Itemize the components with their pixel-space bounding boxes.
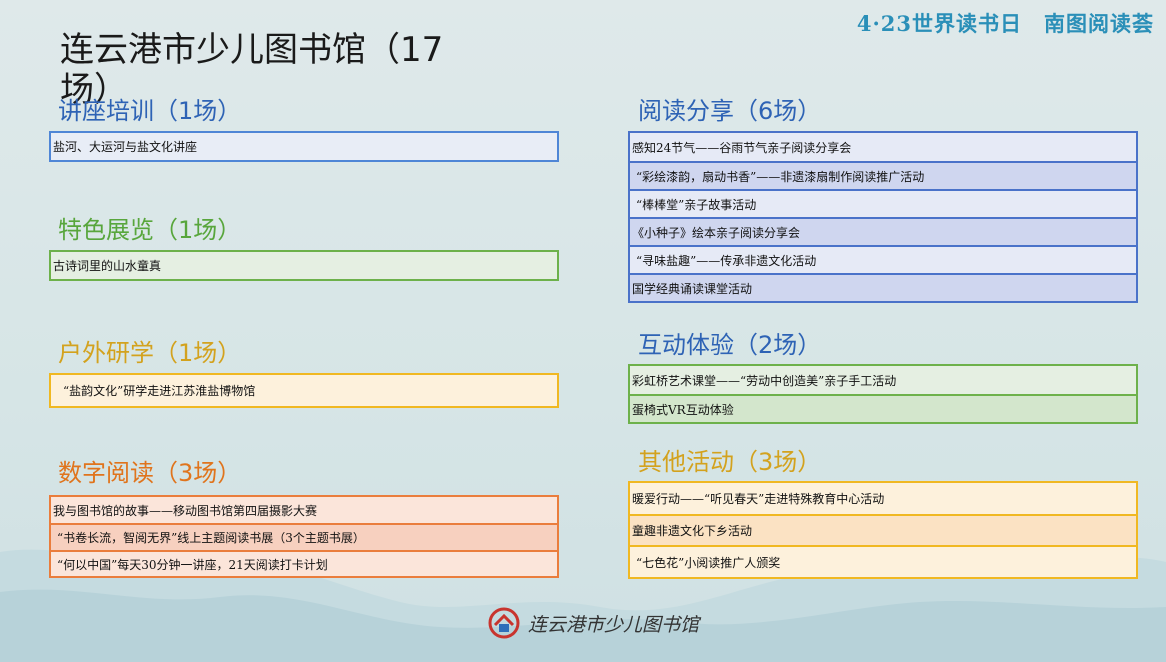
list-item: “盐韵文化”研学走进江苏淮盐博物馆 [51,375,557,406]
outdoor-list: “盐韵文化”研学走进江苏淮盐博物馆 [49,373,559,408]
section-title-digital: 数字阅读（3场） [58,459,242,487]
list-item: “彩绘漆韵，扇动书香”——非遗漆扇制作阅读推广活动 [630,161,1136,189]
list-item: “寻味盐趣”——传承非遗文化活动 [630,245,1136,273]
list-item: “书卷长流，智阅无界”线上主题阅读书展（3个主题书展） [51,523,557,550]
header-event-part1: 4·23世界读书日 [856,11,1022,36]
footer-logo: 连云港市少儿图书馆 [488,607,699,639]
section-title-outdoor: 户外研学（1场） [58,339,242,367]
list-item: 蛋椅式VR互动体验 [630,394,1136,422]
list-item: “棒棒堂”亲子故事活动 [630,189,1136,217]
header-event-tag: 4·23世界读书日 南图阅读荟 [857,8,1154,38]
section-title-interactive: 互动体验（2场） [638,331,822,359]
library-logo-icon [488,607,520,639]
header-event-part2: 南图阅读荟 [1044,11,1154,36]
list-item: 童趣非遗文化下乡活动 [630,514,1136,545]
list-item: “何以中国”每天30分钟一讲座，21天阅读打卡计划 [51,550,557,576]
other-list: 暖爱行动——“听见春天”走进特殊教育中心活动 童趣非遗文化下乡活动 “七色花”小… [628,481,1138,579]
list-item: “七色花”小阅读推广人颁奖 [630,545,1136,577]
section-title-exhibit: 特色展览（1场） [58,216,242,244]
section-title-lecture: 讲座培训（1场） [58,97,242,125]
reading-list: 感知24节气——谷雨节气亲子阅读分享会 “彩绘漆韵，扇动书香”——非遗漆扇制作阅… [628,131,1138,303]
list-item: 盐河、大运河与盐文化讲座 [53,140,198,154]
section-title-other: 其他活动（3场） [638,448,822,476]
lecture-list: 盐河、大运河与盐文化讲座 [49,131,559,162]
digital-list: 我与图书馆的故事——移动图书馆第四届摄影大赛 “书卷长流，智阅无界”线上主题阅读… [49,495,559,578]
list-item: 古诗词里的山水童真 [51,252,557,279]
list-item: 《小种子》绘本亲子阅读分享会 [630,217,1136,245]
list-item: 我与图书馆的故事——移动图书馆第四届摄影大赛 [51,497,557,523]
list-item: 国学经典诵读课堂活动 [630,273,1136,301]
list-item: 暖爱行动——“听见春天”走进特殊教育中心活动 [630,483,1136,514]
list-item: 彩虹桥艺术课堂——“劳动中创造美”亲子手工活动 [630,366,1136,394]
section-title-reading: 阅读分享（6场） [638,97,822,125]
interactive-list: 彩虹桥艺术课堂——“劳动中创造美”亲子手工活动 蛋椅式VR互动体验 [628,364,1138,424]
footer-logo-text: 连云港市少儿图书馆 [528,613,700,636]
exhibit-list: 古诗词里的山水童真 [49,250,559,281]
list-item: 感知24节气——谷雨节气亲子阅读分享会 [630,133,1136,161]
